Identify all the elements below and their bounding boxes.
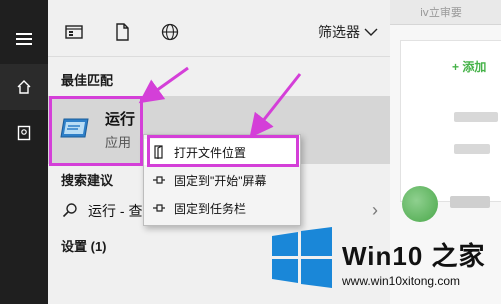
arrow-to-run (138, 66, 189, 104)
watermark-title: Win10 之家 (342, 241, 486, 271)
watermark: Win10 之家 www.win10xitong.com (262, 214, 501, 304)
windows-logo-icon (272, 227, 332, 288)
arrow-to-open-location (249, 73, 302, 139)
watermark-url: www.win10xitong.com (342, 274, 461, 288)
